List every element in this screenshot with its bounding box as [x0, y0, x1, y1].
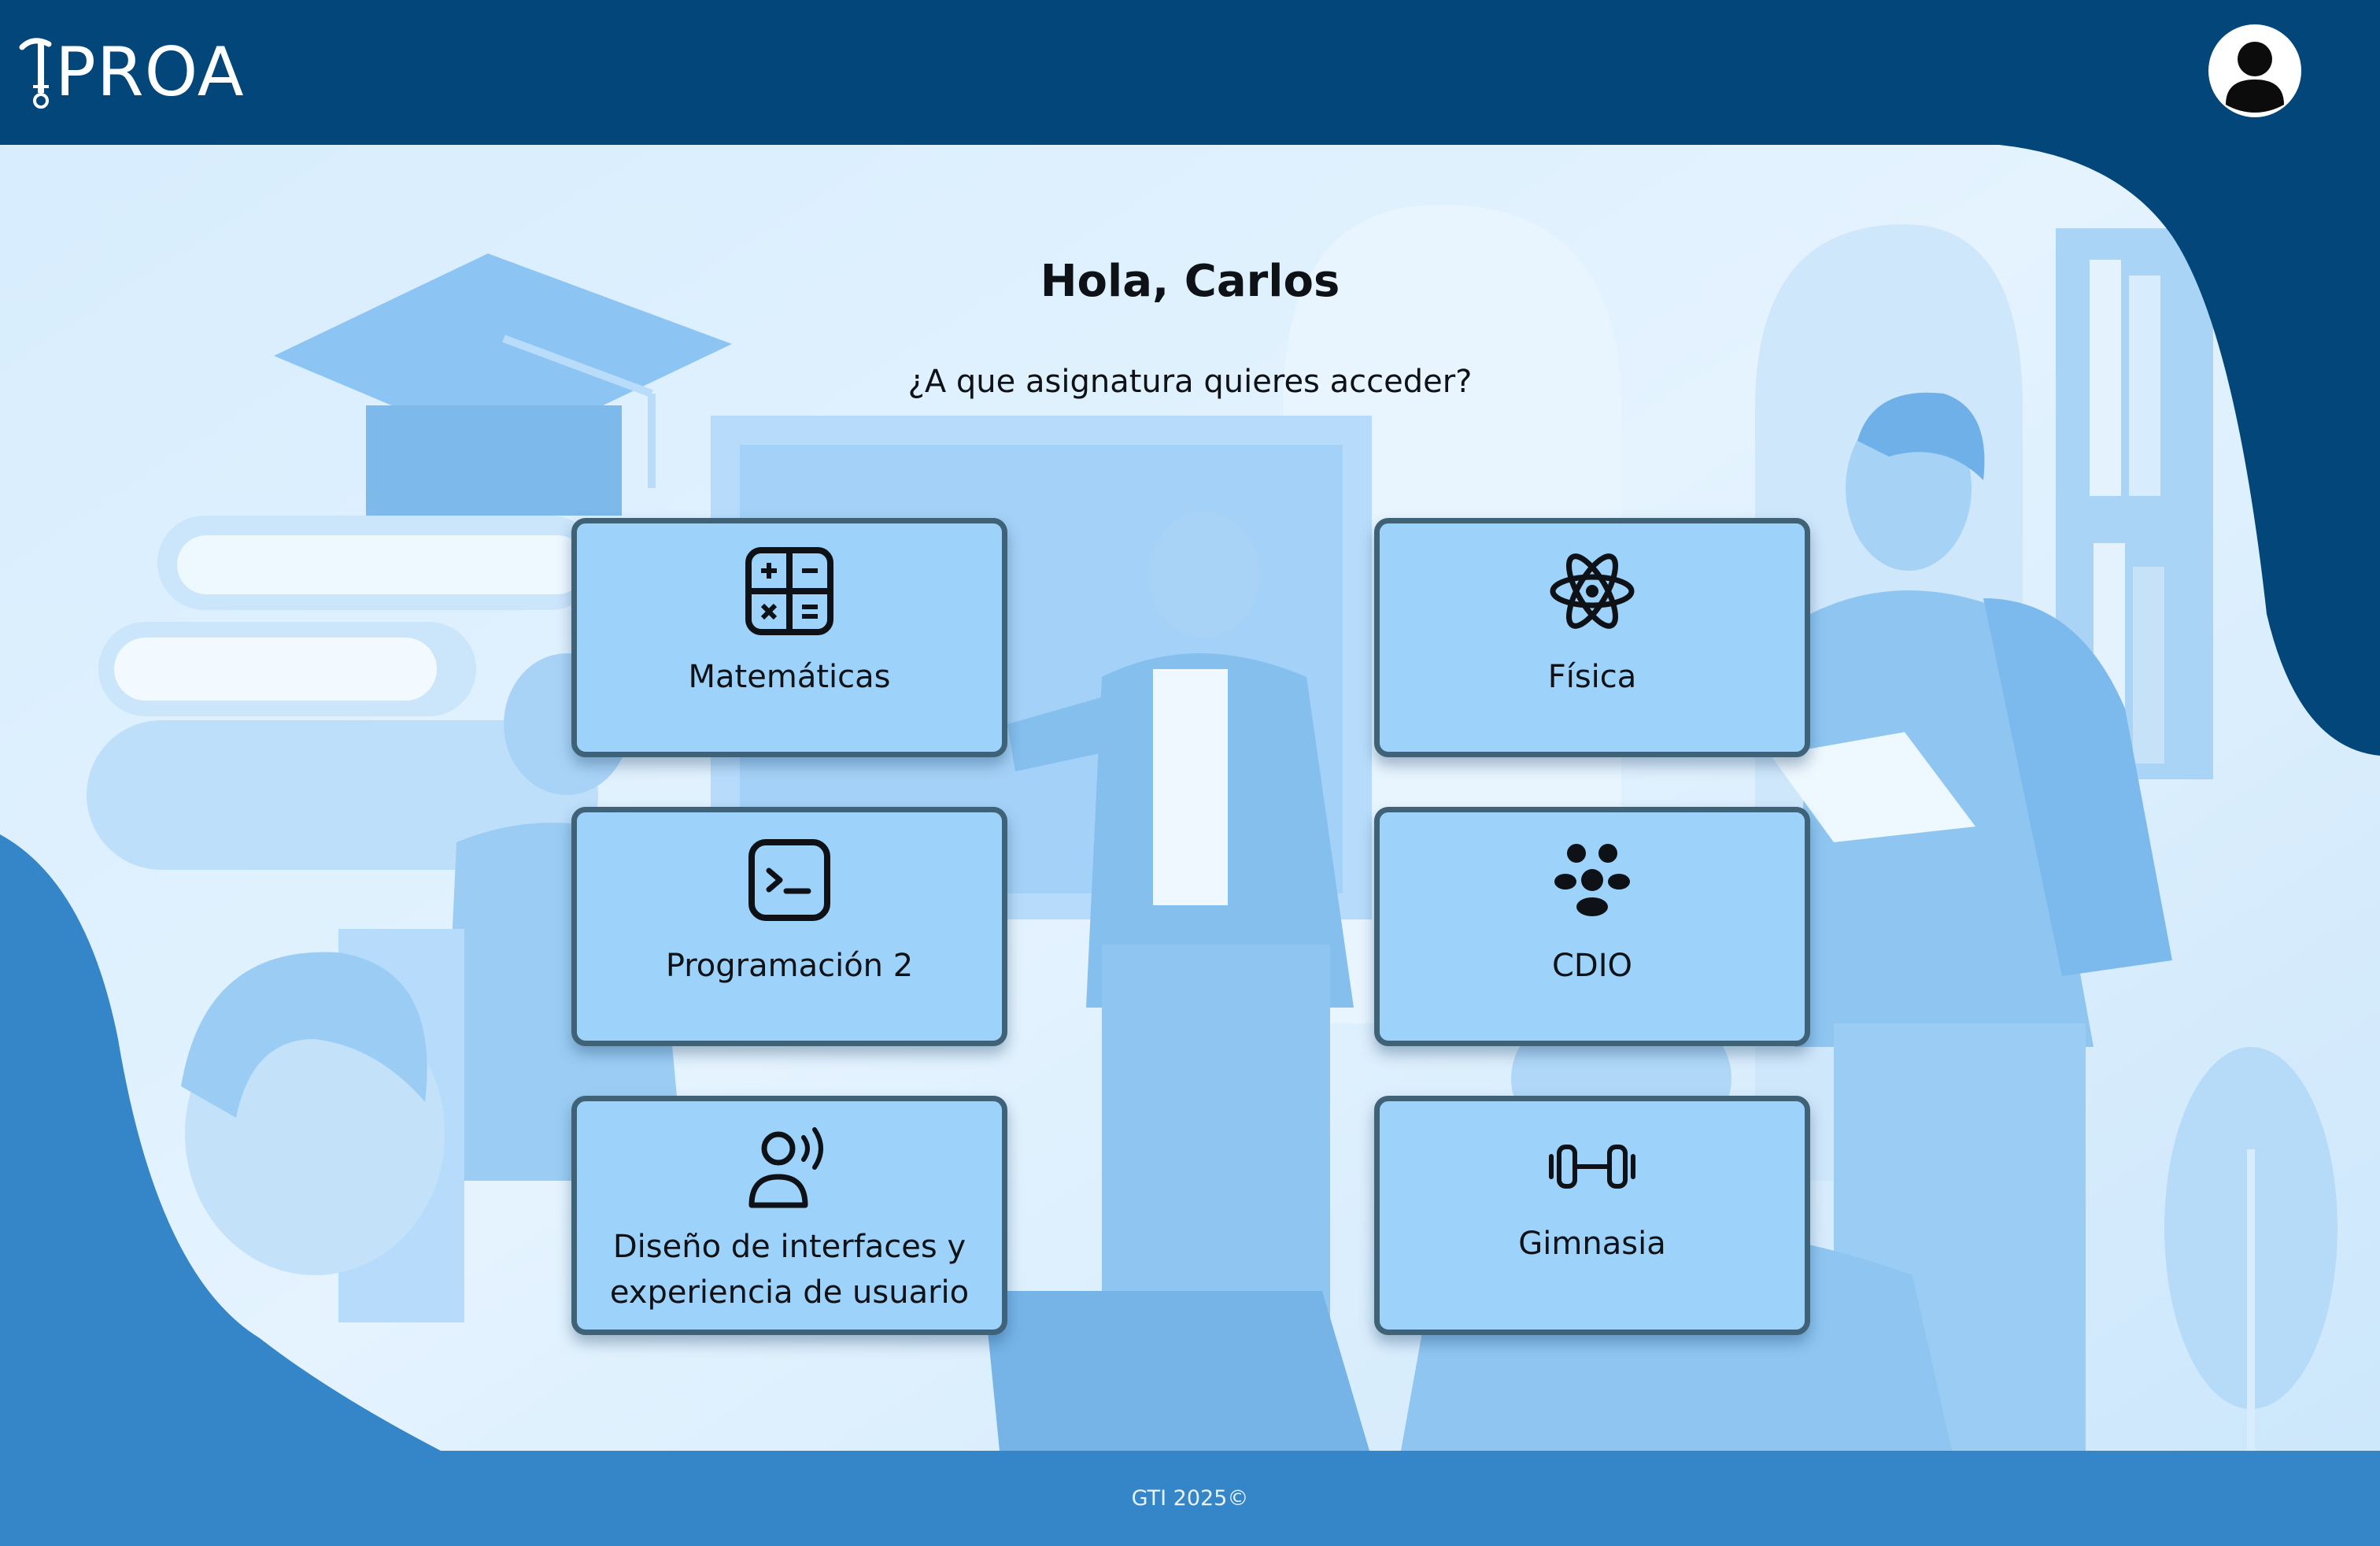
logo-text: PROA: [55, 33, 245, 112]
subject-card-gimnasia[interactable]: Gimnasia: [1374, 1096, 1810, 1335]
greeting-title: Hola, Carlos: [1040, 256, 1340, 307]
terminal-icon: [744, 834, 835, 926]
app-header: PROA: [0, 0, 2380, 145]
anchor-mark-icon: [19, 38, 52, 109]
page-footer: GTI 2025©: [0, 1451, 2380, 1546]
proa-logo[interactable]: PROA: [17, 31, 245, 113]
subject-label: Programación 2: [665, 948, 914, 984]
subject-card-cdio[interactable]: CDIO: [1374, 807, 1810, 1046]
subject-label: Gimnasia: [1518, 1226, 1666, 1262]
user-avatar-button[interactable]: [2208, 24, 2301, 117]
subject-label: CDIO: [1551, 948, 1632, 984]
subject-card-matematicas[interactable]: Matemáticas: [571, 518, 1007, 757]
background-illustration: [0, 0, 2380, 1546]
user-voice-icon: [744, 1123, 835, 1215]
dumbbell-icon: [1547, 1139, 1638, 1194]
subject-card-diseno-interfaces[interactable]: Diseño de interfaces y experiencia de us…: [571, 1096, 1007, 1335]
subject-label: Diseño de interfaces y experiencia de us…: [609, 1229, 970, 1311]
atom-icon: [1547, 546, 1638, 637]
subject-card-fisica[interactable]: Física: [1374, 518, 1810, 757]
calculator-icon: [744, 546, 835, 637]
subject-label: Matemáticas: [688, 659, 891, 695]
team-icon: [1547, 834, 1638, 926]
subject-label: Física: [1547, 659, 1637, 695]
subject-question: ¿A que asignatura quieres acceder?: [907, 364, 1473, 400]
subject-card-programacion-2[interactable]: Programación 2: [571, 807, 1007, 1046]
user-avatar-icon: [2226, 42, 2284, 113]
footer-text: GTI 2025©: [1131, 1486, 1249, 1511]
